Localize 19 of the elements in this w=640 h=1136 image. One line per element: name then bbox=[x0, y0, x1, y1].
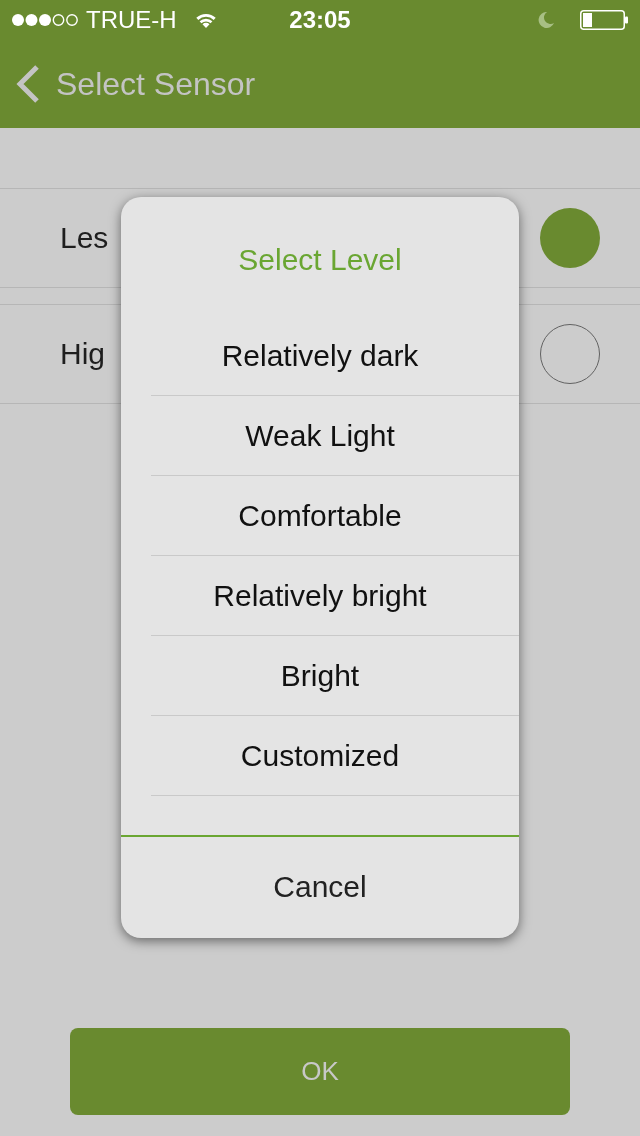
option-label: Hig bbox=[60, 339, 105, 369]
wifi-icon bbox=[194, 12, 217, 28]
level-option[interactable]: Relatively bright bbox=[121, 556, 519, 636]
cancel-button[interactable]: Cancel bbox=[121, 837, 519, 936]
level-option[interactable]: Weak Light bbox=[121, 396, 519, 476]
level-option[interactable]: Bright bbox=[121, 636, 519, 716]
signal-strength-icon bbox=[12, 14, 78, 26]
battery-icon bbox=[580, 10, 628, 30]
radio-button[interactable] bbox=[540, 208, 600, 268]
status-time: 23:05 bbox=[289, 8, 351, 32]
option-label: Les bbox=[60, 223, 109, 253]
dialog-title: Select Level bbox=[238, 244, 402, 275]
carrier-name: TRUE-H bbox=[86, 8, 177, 32]
moon-icon bbox=[538, 12, 554, 28]
level-option[interactable]: Customized bbox=[121, 716, 519, 796]
level-option[interactable]: Relatively dark bbox=[121, 316, 519, 396]
back-icon[interactable] bbox=[16, 65, 40, 103]
level-option[interactable]: Comfortable bbox=[121, 476, 519, 556]
screen-title: Select Sensor bbox=[56, 68, 256, 100]
